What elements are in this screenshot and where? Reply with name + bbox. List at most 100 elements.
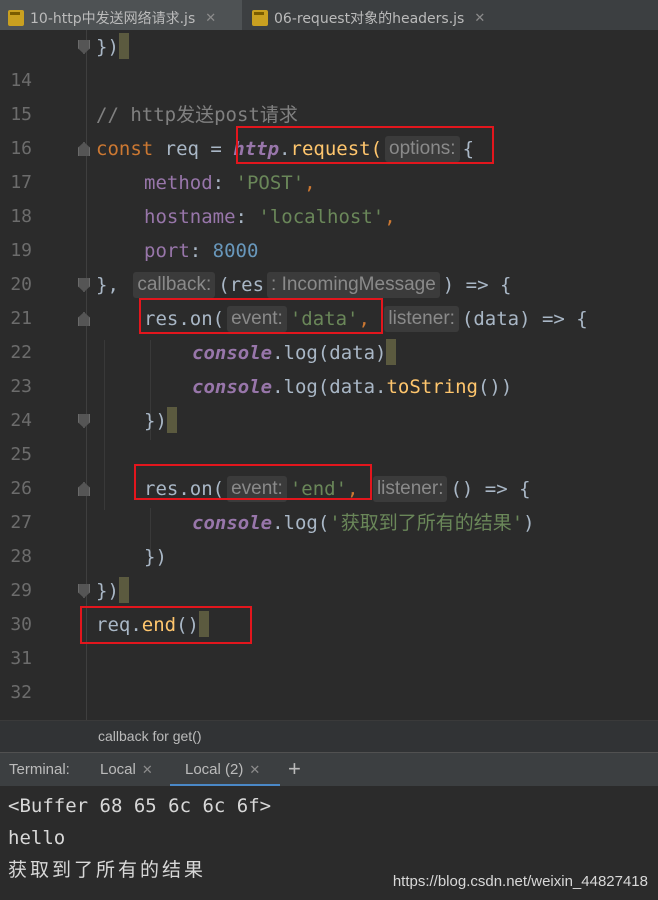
code-line: 27 res.on(event:'end', listener:() => {: [0, 472, 658, 533]
code-token: }): [96, 580, 119, 602]
close-icon[interactable]: ✕: [474, 11, 485, 26]
code-token: (res: [218, 274, 265, 296]
terminal-output[interactable]: <Buffer 68 65 6c 6c 6f> hello 获取到了所有的结果 …: [0, 786, 658, 900]
code-line: 14 }): [0, 30, 658, 91]
code-comment: // http发送post请求: [96, 104, 298, 126]
code-line: 19 hostname: 'localhost',: [0, 200, 658, 261]
code-token: ()): [477, 376, 513, 398]
terminal-label: Terminal:: [9, 761, 70, 778]
code-line: 18 method: 'POST',: [0, 166, 658, 227]
code-line: 16 // http发送post请求: [0, 98, 658, 159]
code-token: res.on(: [144, 478, 225, 500]
type-hint: : IncomingMessage: [267, 272, 440, 298]
code-token: 'data': [289, 308, 359, 330]
param-hint: options:: [385, 136, 460, 162]
fold-icon[interactable]: [78, 40, 90, 54]
code-line: 17 const req = http.request(options:{: [0, 132, 658, 193]
new-terminal-button[interactable]: +: [288, 756, 301, 782]
code-token: 'end': [289, 478, 348, 500]
code-line: 15: [0, 64, 658, 125]
code-token: }): [144, 546, 167, 568]
code-token: http: [233, 138, 280, 160]
terminal-tab-local[interactable]: Local ✕: [100, 753, 153, 787]
terminal-line: 获取到了所有的结果: [8, 859, 207, 881]
code-token: hostname: [144, 206, 236, 228]
code-line: 26: [0, 438, 658, 499]
code-token: () => {: [450, 478, 531, 500]
code-token: .: [279, 138, 291, 160]
param-hint: listener:: [384, 306, 459, 332]
code-token: const: [96, 138, 165, 160]
code-token: method: [144, 172, 213, 194]
breadcrumb-bar: callback for get(): [0, 720, 658, 752]
code-token: req.: [96, 614, 142, 636]
code-token: console: [192, 512, 273, 534]
code-token: :: [235, 206, 259, 228]
code-token: ) => {: [442, 274, 512, 296]
code-line: 25 }): [0, 404, 658, 465]
js-file-icon: [8, 10, 24, 26]
fold-icon[interactable]: [78, 278, 90, 292]
code-token: res.on(: [144, 308, 225, 330]
code-token: {: [462, 138, 475, 160]
code-token: ): [523, 512, 535, 534]
code-line: 20 port: 8000: [0, 234, 658, 295]
param-hint: callback:: [133, 272, 216, 298]
code-token: },: [96, 274, 119, 296]
code-line: 29 }): [0, 540, 658, 601]
terminal-tab-label: Local: [100, 761, 136, 778]
code-token: .log(data): [272, 342, 387, 364]
context-hint: callback for get(): [98, 728, 202, 744]
js-file-icon: [252, 10, 268, 26]
code-token: ,: [384, 206, 396, 228]
code-line: 24 console.log(data.toString()): [0, 370, 658, 431]
terminal-line: hello: [8, 827, 66, 849]
code-line: 28 console.log('获取到了所有的结果'): [0, 506, 658, 567]
code-token: }): [144, 410, 167, 432]
code-token: (): [176, 614, 199, 636]
code-token: .log(data.: [272, 376, 387, 398]
code-token: .log(: [272, 512, 330, 534]
code-token: 8000: [212, 240, 259, 262]
code-editor[interactable]: 14 }) 15 16 // http发送post请求 17 const req…: [0, 30, 658, 720]
param-hint: event:: [227, 476, 287, 502]
fold-icon[interactable]: [78, 414, 90, 428]
code-token: ,: [347, 478, 359, 500]
close-icon[interactable]: ✕: [205, 11, 216, 26]
code-token: :: [189, 240, 213, 262]
code-token: }): [96, 36, 119, 58]
fold-icon[interactable]: [78, 312, 90, 326]
fold-icon[interactable]: [78, 482, 90, 496]
code-line: 31 req.end(): [0, 608, 658, 669]
fold-icon[interactable]: [78, 142, 90, 156]
code-token: req =: [164, 138, 234, 160]
watermark-text: https://blog.csdn.net/weixin_44827418: [392, 873, 648, 890]
code-token: ,: [304, 172, 316, 194]
line-number: 32: [10, 682, 32, 703]
code-line: 23 console.log(data): [0, 336, 658, 397]
code-token: port: [144, 240, 190, 262]
code-token: console: [192, 342, 273, 364]
code-token: 'POST': [235, 172, 305, 194]
terminal-tab-bar: Terminal: Local ✕ Local (2) ✕ +: [0, 752, 658, 787]
terminal-tab-local-2[interactable]: Local (2) ✕: [170, 753, 280, 787]
terminal-tab-label: Local (2): [185, 761, 244, 778]
code-token: 'localhost': [258, 206, 385, 228]
code-token: end: [141, 614, 177, 636]
code-line: 21 }, callback: (res: IncomingMessage) =>…: [0, 268, 658, 329]
tab-label: 10-http中发送网络请求.js: [30, 11, 196, 27]
code-line: 22 res.on(event:'data', listener: (data) …: [0, 302, 658, 363]
code-token: request(: [290, 138, 383, 160]
code-token: :: [212, 172, 236, 194]
code-token: toString: [386, 376, 478, 398]
code-line: 32: [0, 642, 658, 703]
param-hint: event:: [227, 306, 287, 332]
close-icon[interactable]: ✕: [249, 762, 260, 777]
terminal-line: <Buffer 68 65 6c 6c 6f>: [8, 795, 272, 817]
close-icon[interactable]: ✕: [142, 762, 153, 777]
code-token: (data) => {: [461, 308, 588, 330]
code-line: 30 }): [0, 574, 658, 635]
fold-icon[interactable]: [78, 584, 90, 598]
code-token: ,: [358, 308, 370, 330]
code-token: '获取到了所有的结果': [329, 512, 524, 534]
